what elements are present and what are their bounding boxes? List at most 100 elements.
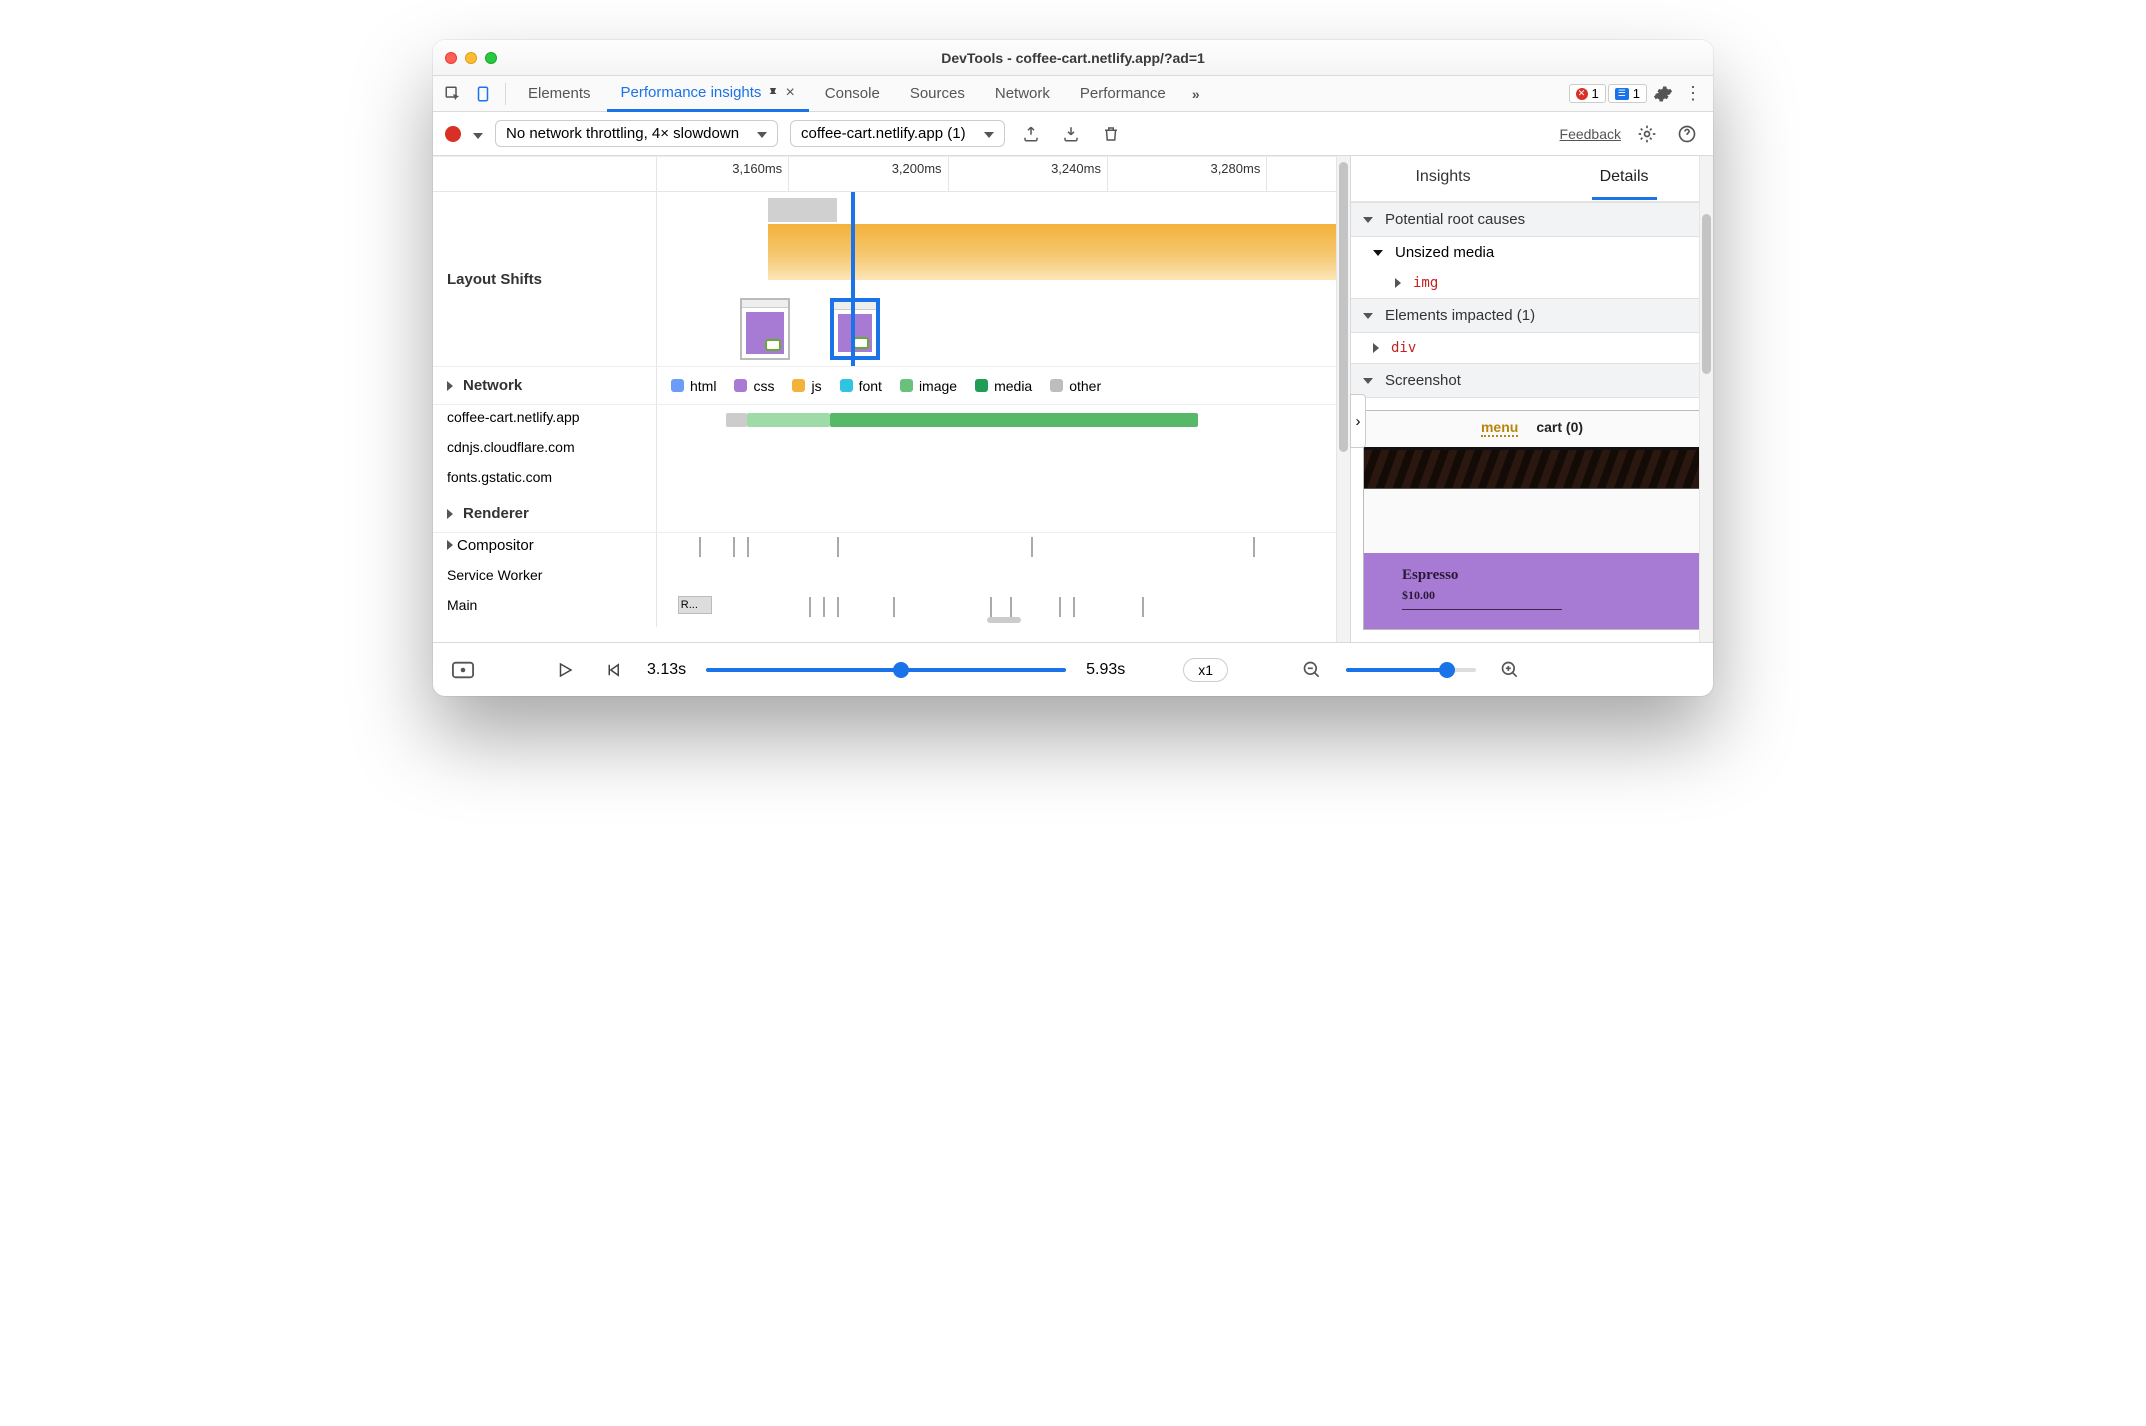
net-host-row: fonts.gstatic.com: [433, 465, 1350, 495]
net-track[interactable]: [657, 465, 1350, 495]
delete-icon[interactable]: [1097, 120, 1125, 148]
section-root-causes[interactable]: Potential root causes: [1351, 202, 1713, 237]
ruler-tick: 3,280ms: [1210, 161, 1260, 176]
chevron-down-icon: [984, 125, 994, 142]
close-tab-icon[interactable]: ×: [785, 84, 794, 102]
time-slider[interactable]: [706, 668, 1066, 672]
tab-sources[interactable]: Sources: [896, 76, 979, 111]
toggle-screenshot-icon[interactable]: [449, 656, 477, 684]
target-select[interactable]: coffee-cart.netlify.app (1): [790, 120, 1005, 147]
tab-performance-insights[interactable]: Performance insights ×: [607, 77, 809, 112]
network-label[interactable]: Network: [433, 367, 657, 404]
slider-knob[interactable]: [893, 662, 909, 678]
panel-settings-icon[interactable]: [1633, 120, 1661, 148]
settings-icon[interactable]: [1649, 80, 1677, 108]
tab-performance[interactable]: Performance: [1066, 76, 1180, 111]
zoom-in-icon[interactable]: [1496, 656, 1524, 684]
compositor-row: Compositor: [433, 533, 1350, 563]
section-elements-impacted[interactable]: Elements impacted (1): [1351, 298, 1713, 333]
layout-shift-thumb-1[interactable]: [740, 298, 790, 360]
tab-console[interactable]: Console: [811, 76, 894, 111]
zoom-out-icon[interactable]: [1298, 656, 1326, 684]
section-title: Elements impacted (1): [1385, 307, 1535, 324]
zoom-slider[interactable]: [1346, 668, 1476, 672]
layout-shift-thumb-2[interactable]: [830, 298, 880, 360]
collapse-details-icon[interactable]: ›: [1350, 394, 1366, 448]
issues-badge[interactable]: ☰ 1: [1608, 84, 1647, 103]
main-block[interactable]: R...: [678, 596, 712, 614]
tab-network[interactable]: Network: [981, 76, 1064, 111]
devtools-window: DevTools - coffee-cart.netlify.app/?ad=1…: [433, 40, 1713, 696]
play-icon[interactable]: [551, 656, 579, 684]
inspect-icon[interactable]: [439, 80, 467, 108]
net-host: cdnjs.cloudflare.com: [433, 435, 657, 465]
tree-unsized-media[interactable]: Unsized media: [1351, 237, 1713, 268]
feedback-link[interactable]: Feedback: [1560, 126, 1621, 142]
legend-html: html: [671, 378, 716, 394]
issue-icon: ☰: [1615, 88, 1629, 100]
record-menu-caret[interactable]: [473, 126, 483, 142]
compositor-label[interactable]: Compositor: [433, 533, 657, 563]
throttle-label: No network throttling, 4× slowdown: [506, 125, 739, 142]
long-task-a[interactable]: [768, 224, 851, 280]
maximize-window-button[interactable]: [485, 52, 497, 64]
tree-div-element[interactable]: div: [1351, 333, 1713, 363]
record-button[interactable]: [445, 126, 461, 142]
zoom-level[interactable]: x1: [1183, 658, 1228, 682]
net-host-row: coffee-cart.netlify.app: [433, 405, 1350, 435]
timeline-vscrollbar[interactable]: [1336, 156, 1350, 642]
main-track[interactable]: R...: [657, 593, 1350, 627]
target-label: coffee-cart.netlify.app (1): [801, 125, 966, 142]
skip-start-icon[interactable]: [599, 656, 627, 684]
playhead[interactable]: [851, 192, 855, 366]
help-icon[interactable]: [1673, 120, 1701, 148]
net-track[interactable]: [657, 435, 1350, 465]
service-worker-row: Service Worker: [433, 563, 1350, 593]
tab-label: Elements: [528, 85, 591, 102]
tab-elements[interactable]: Elements: [514, 76, 605, 111]
errors-count: 1: [1592, 86, 1599, 101]
chevron-down-icon: [757, 125, 767, 142]
network-legend: html css js font image media other: [657, 367, 1350, 404]
long-task-b[interactable]: [851, 224, 1350, 280]
service-worker-track[interactable]: [657, 563, 1350, 593]
kebab-menu-icon[interactable]: ⋮: [1679, 80, 1707, 108]
preview-menu: menu: [1481, 419, 1518, 437]
network-section: Network html css js font image media oth…: [433, 367, 1350, 405]
traffic-lights: [445, 52, 497, 64]
slider-knob[interactable]: [1439, 662, 1455, 678]
more-tabs-icon[interactable]: »: [1182, 80, 1210, 108]
tree-label: Unsized media: [1395, 244, 1494, 261]
minimize-window-button[interactable]: [465, 52, 477, 64]
net-track[interactable]: [657, 405, 1350, 435]
tab-details[interactable]: Details: [1592, 157, 1657, 200]
close-window-button[interactable]: [445, 52, 457, 64]
service-worker-label: Service Worker: [433, 563, 657, 593]
preview-hero: [1364, 447, 1700, 489]
net-bar: [747, 413, 830, 427]
net-bar: [726, 413, 747, 427]
export-icon[interactable]: [1017, 120, 1045, 148]
import-icon[interactable]: [1057, 120, 1085, 148]
divider: [505, 83, 506, 105]
hscroll-thumb[interactable]: [987, 617, 1021, 623]
details-vscrollbar[interactable]: [1699, 156, 1713, 642]
renderer-track[interactable]: [657, 495, 1350, 532]
net-host: fonts.gstatic.com: [433, 465, 657, 495]
compositor-track[interactable]: [657, 533, 1350, 563]
errors-badge[interactable]: ✕ 1: [1569, 84, 1606, 103]
renderer-label[interactable]: Renderer: [433, 495, 657, 532]
section-screenshot[interactable]: Screenshot: [1351, 363, 1713, 398]
legend-font: font: [840, 378, 882, 394]
tab-label: Performance: [1080, 85, 1166, 102]
pin-icon: [767, 86, 779, 100]
preview-product-price: $10.00: [1402, 588, 1662, 603]
device-toolbar-icon[interactable]: [469, 80, 497, 108]
timeline-pane: 3,160ms 3,200ms 3,240ms 3,280ms Layout S…: [433, 156, 1351, 642]
throttle-select[interactable]: No network throttling, 4× slowdown: [495, 120, 778, 147]
layout-shifts-track[interactable]: [657, 192, 1350, 366]
time-ruler: 3,160ms 3,200ms 3,240ms 3,280ms: [433, 156, 1350, 192]
tab-insights[interactable]: Insights: [1407, 157, 1478, 200]
net-bar: [830, 413, 1197, 427]
tree-img-element[interactable]: img: [1351, 268, 1713, 298]
